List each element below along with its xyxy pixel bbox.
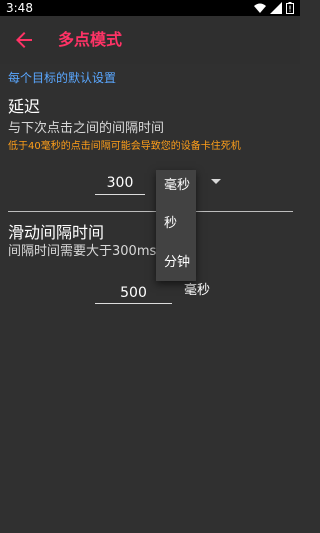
back-button[interactable] xyxy=(12,28,36,52)
dropdown-option-ms[interactable]: 毫秒 xyxy=(164,178,190,194)
delay-input-wrap xyxy=(95,172,145,195)
delay-description: 与下次点击之间的间隔时间 xyxy=(8,121,165,136)
signal-icon xyxy=(270,2,282,14)
status-bar: 3:48 xyxy=(0,0,300,16)
slide-interval-title: 滑动间隔时间 xyxy=(8,223,105,242)
slide-interval-description: 间隔时间需要大于300ms xyxy=(8,244,157,259)
page-title: 多点模式 xyxy=(58,30,123,49)
divider xyxy=(8,211,293,212)
back-arrow-icon xyxy=(16,32,32,48)
delay-warning: 低于40毫秒的点击间隔可能会导致您的设备卡住死机 xyxy=(8,141,241,152)
dropdown-option-seconds[interactable]: 秒 xyxy=(164,216,177,232)
app-bar: 多点模式 xyxy=(0,16,300,64)
wifi-icon xyxy=(254,3,266,13)
dropdown-option-minutes[interactable]: 分钟 xyxy=(164,255,190,271)
status-time: 3:48 xyxy=(6,1,33,15)
slide-input-wrap xyxy=(95,282,172,304)
delay-input[interactable] xyxy=(95,172,145,195)
slide-interval-input[interactable] xyxy=(95,283,172,304)
section-header: 每个目标的默认设置 xyxy=(8,71,117,85)
unit-dropdown-menu: 毫秒 秒 分钟 xyxy=(156,170,196,281)
battery-alert-icon xyxy=(286,2,294,14)
status-icons xyxy=(254,2,294,14)
slide-unit-label: 毫秒 xyxy=(184,283,211,298)
dropdown-arrow-icon xyxy=(211,179,221,184)
delay-title: 延迟 xyxy=(8,97,41,116)
